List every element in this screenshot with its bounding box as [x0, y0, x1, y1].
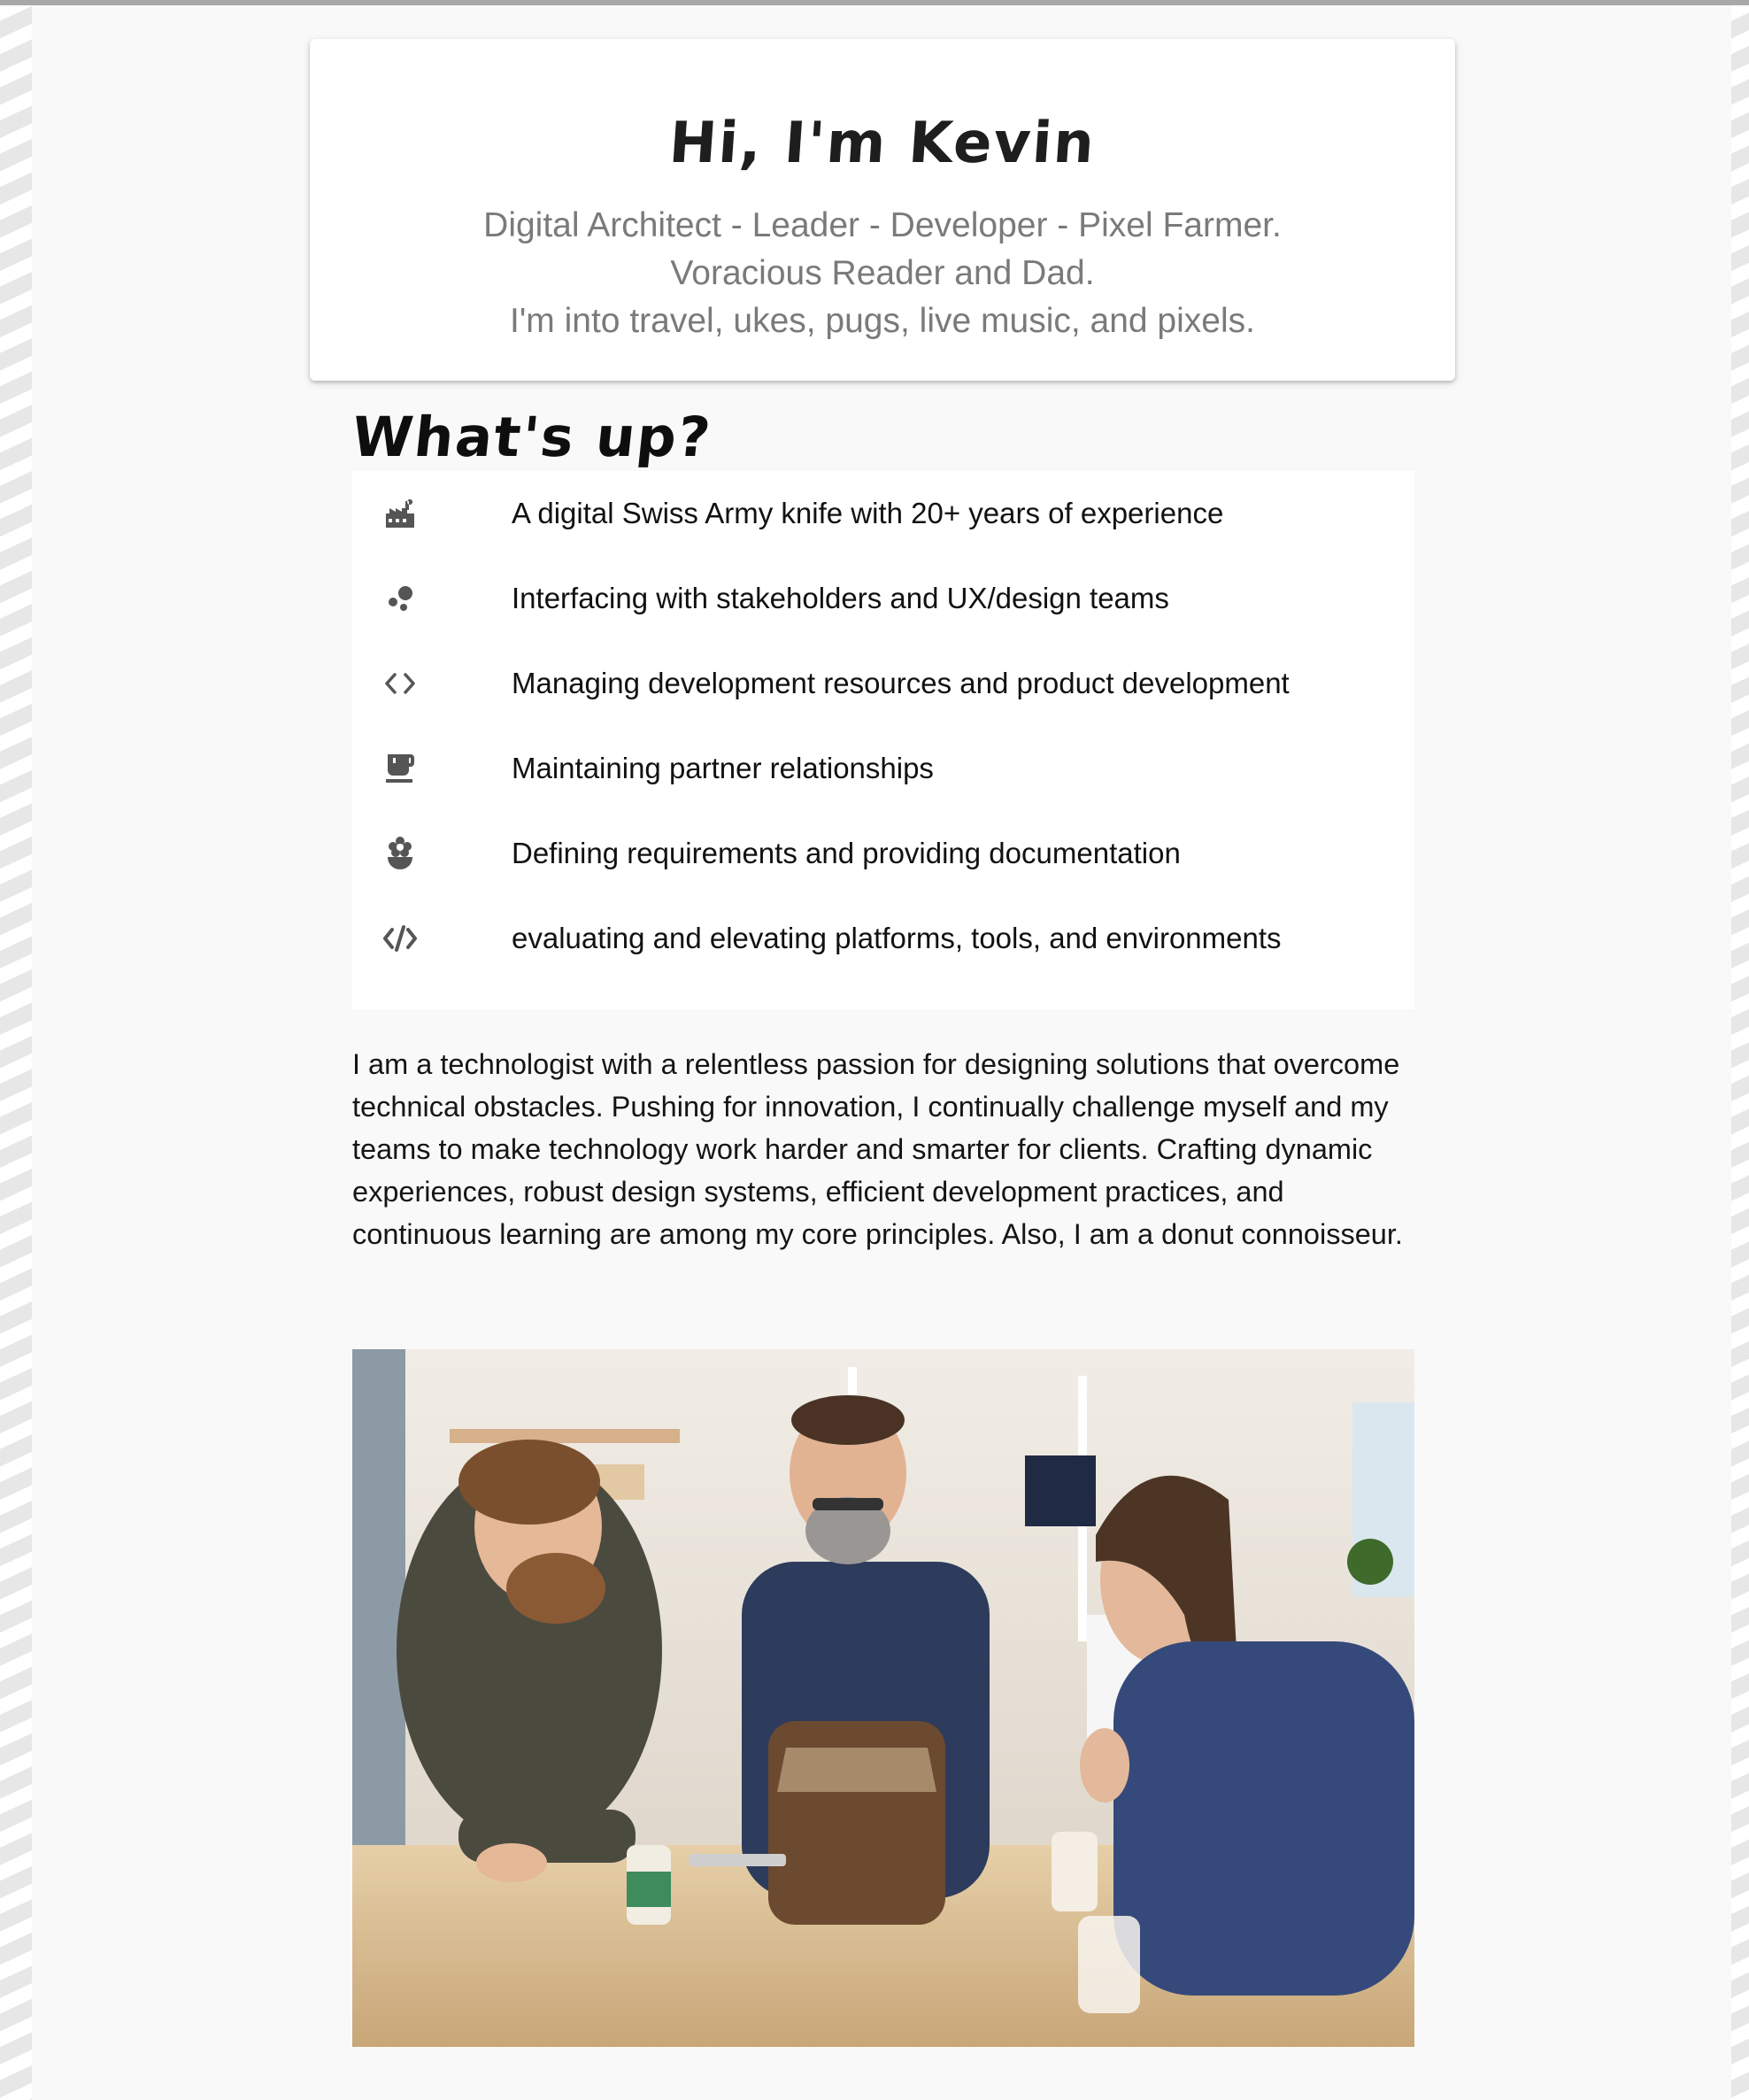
list-item: Interfacing with stakeholders and UX/des… — [352, 556, 1414, 641]
bio-paragraph: I am a technologist with a relentless pa… — [352, 1048, 1403, 1250]
list-item-label: A digital Swiss Army knife with 20+ year… — [512, 497, 1224, 529]
whats-up-heading: What's up? — [349, 405, 715, 469]
list-item-label: Managing development resources and produ… — [512, 667, 1290, 699]
team-photo — [352, 1349, 1414, 2047]
list-item-label: evaluating and elevating platforms, tool… — [512, 922, 1282, 954]
list-item-label: Defining requirements and providing docu… — [512, 837, 1181, 869]
flower-pot-icon — [382, 836, 418, 871]
list-item: A digital Swiss Army knife with 20+ year… — [352, 471, 1414, 556]
page: Hi, I'm Kevin Digital Architect - Leader… — [32, 5, 1731, 2100]
intro-line-interests: I'm into travel, ukes, pugs, live music,… — [510, 302, 1255, 340]
bubbles-icon — [382, 581, 418, 616]
intro-line-roles: Digital Architect - Leader - Developer -… — [483, 206, 1282, 244]
intro-line-reader: Voracious Reader and Dad. — [670, 254, 1095, 292]
page-title: Hi, I'm Kevin — [666, 111, 1098, 176]
list-item: Managing development resources and produ… — [352, 641, 1414, 726]
list-item-label: Interfacing with stakeholders and UX/des… — [512, 582, 1169, 614]
list-item: Maintaining partner relationships — [352, 726, 1414, 811]
left-pattern-border — [0, 5, 32, 2100]
list-item: evaluating and elevating platforms, tool… — [352, 896, 1414, 981]
list-item: Defining requirements and providing docu… — [352, 811, 1414, 896]
list-item-label: Maintaining partner relationships — [512, 752, 934, 784]
factory-icon — [382, 496, 418, 531]
coffee-icon — [382, 751, 418, 786]
skills-list: A digital Swiss Army knife with 20+ year… — [352, 471, 1414, 1009]
code-slash-icon — [382, 921, 418, 956]
intro-card: Hi, I'm Kevin Digital Architect - Leader… — [310, 39, 1455, 381]
code-brackets-icon — [382, 666, 418, 701]
right-pattern-border — [1731, 5, 1749, 2100]
